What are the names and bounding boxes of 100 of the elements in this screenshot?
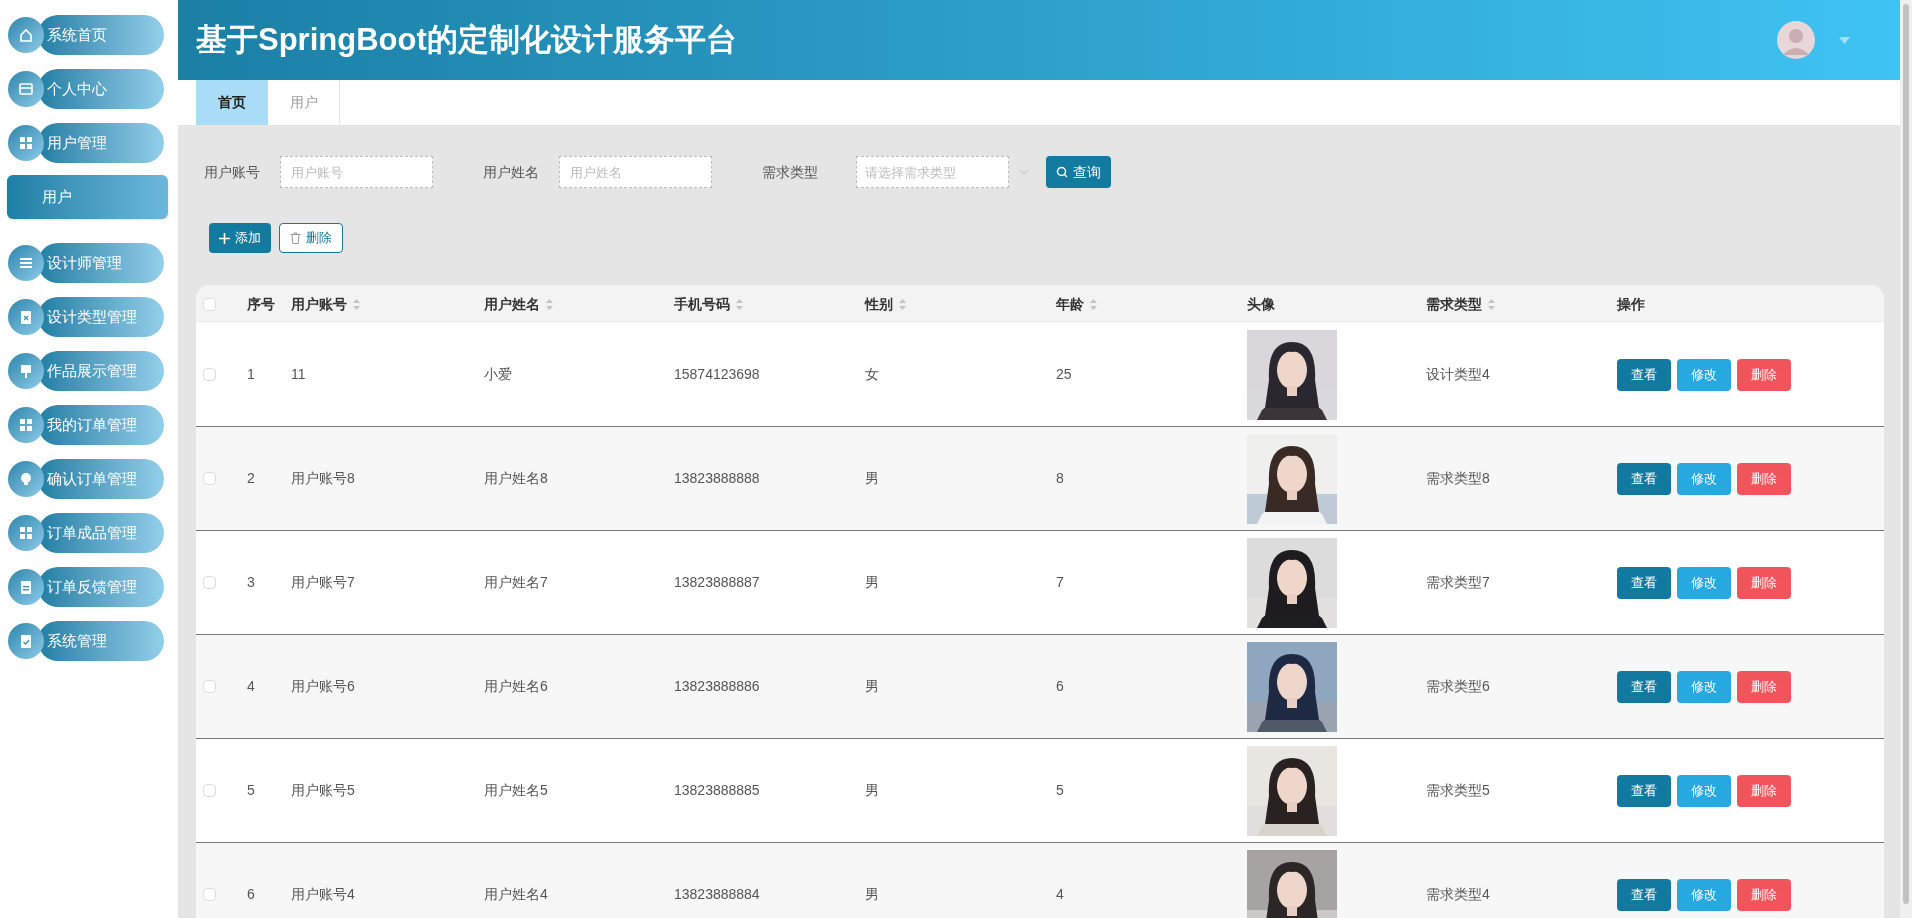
table-cell: 用户账号5 [291, 782, 355, 798]
card-icon [17, 80, 35, 98]
delete-button[interactable]: 删除 [1737, 774, 1791, 807]
column-header[interactable]: 用户姓名 [484, 293, 553, 315]
edit-button[interactable]: 修改 [1677, 878, 1731, 911]
table-cell: 用户账号7 [291, 574, 355, 590]
sort-icon[interactable] [1488, 298, 1495, 310]
table-cell: 6 [247, 886, 255, 902]
view-button[interactable]: 查看 [1617, 566, 1671, 599]
search-icon [1056, 166, 1068, 178]
view-button[interactable]: 查看 [1617, 462, 1671, 495]
edit-button[interactable]: 修改 [1677, 566, 1731, 599]
table-cell: 1 [247, 366, 255, 382]
checkbox[interactable] [203, 297, 216, 311]
sort-icon[interactable] [353, 298, 360, 310]
search-button[interactable]: 查询 [1046, 156, 1111, 188]
caret-icon[interactable] [1839, 36, 1850, 44]
table-cell: 25 [1056, 366, 1072, 382]
table-cell: 15874123698 [674, 366, 760, 382]
view-button[interactable]: 查看 [1617, 878, 1671, 911]
field-label: 用户姓名 [482, 162, 540, 182]
chevron-down-icon[interactable] [1019, 169, 1029, 175]
field-label: 需求类型 [761, 162, 819, 182]
grid-icon [17, 524, 35, 542]
table-cell: 5 [1056, 782, 1064, 798]
grid-icon [17, 134, 35, 152]
tab[interactable]: 首页 [196, 80, 268, 125]
table-cell: 8 [1056, 470, 1064, 486]
view-button[interactable]: 查看 [1617, 358, 1671, 391]
table-cell: 4 [247, 678, 255, 694]
table-cell: 设计类型4 [1426, 366, 1490, 382]
table-cell: 需求类型4 [1426, 886, 1490, 902]
edit-button[interactable]: 修改 [1677, 462, 1731, 495]
table-cell: 需求类型8 [1426, 470, 1490, 486]
home-icon [17, 26, 35, 44]
checkbox[interactable] [203, 888, 216, 901]
table-cell: 需求类型7 [1426, 574, 1490, 590]
add-button[interactable]: 添加 [209, 223, 271, 253]
plus-icon [219, 232, 230, 244]
table-cell: 13823888884 [674, 886, 760, 902]
delete-button[interactable]: 删除 [1737, 566, 1791, 599]
input-field[interactable]: 用户姓名 [559, 156, 712, 188]
input-field[interactable]: 用户账号 [280, 156, 433, 188]
table-cell: 13823888888 [674, 470, 760, 486]
table-cell: 小爱 [484, 366, 512, 382]
table-cell: 3 [247, 574, 255, 590]
table-cell: 男 [865, 782, 879, 798]
sort-icon[interactable] [546, 298, 553, 310]
table-cell: 13823888886 [674, 678, 760, 694]
avatar-icon[interactable] [1777, 21, 1815, 59]
sidebar-subitem[interactable]: 用户 [7, 175, 168, 219]
view-button[interactable]: 查看 [1617, 774, 1671, 807]
table-cell: 7 [1056, 574, 1064, 590]
grid-icon [17, 416, 35, 434]
edit-button[interactable]: 修改 [1677, 774, 1731, 807]
table-cell: 用户姓名4 [484, 886, 548, 902]
app-title: 基于SpringBoot的定制化设计服务平台 [196, 20, 738, 59]
delete-button[interactable]: 删除 [279, 223, 343, 253]
delete-button[interactable]: 删除 [1737, 878, 1791, 911]
field-label: 用户账号 [203, 162, 261, 182]
sort-icon[interactable] [736, 298, 743, 310]
column-header: 序号 [247, 294, 275, 314]
table-cell: 用户姓名7 [484, 574, 548, 590]
checkbox[interactable] [203, 784, 216, 797]
checkbox[interactable] [203, 368, 216, 381]
column-header[interactable]: 手机号码 [674, 293, 743, 315]
dropdown-field[interactable]: 请选择需求类型 [856, 156, 1009, 188]
table-cell: 11 [291, 366, 306, 382]
checkbox[interactable] [203, 472, 216, 485]
table-cell: 用户账号6 [291, 678, 355, 694]
column-header: 头像 [1247, 294, 1275, 314]
column-header[interactable]: 年龄 [1056, 293, 1097, 315]
table-cell: 6 [1056, 678, 1064, 694]
column-header[interactable]: 需求类型 [1426, 293, 1495, 315]
table-cell: 用户账号8 [291, 470, 355, 486]
column-header[interactable]: 用户账号 [291, 293, 360, 315]
view-button[interactable]: 查看 [1617, 670, 1671, 703]
table-cell: 需求类型5 [1426, 782, 1490, 798]
delete-button[interactable]: 删除 [1737, 358, 1791, 391]
delete-button[interactable]: 删除 [1737, 462, 1791, 495]
sort-icon[interactable] [1090, 298, 1097, 310]
table-cell: 用户姓名8 [484, 470, 548, 486]
column-header: 操作 [1617, 294, 1645, 314]
table-cell: 男 [865, 574, 879, 590]
column-header[interactable]: 性别 [865, 293, 906, 315]
table-cell: 13823888885 [674, 782, 760, 798]
edit-button[interactable]: 修改 [1677, 670, 1731, 703]
edit-button[interactable]: 修改 [1677, 358, 1731, 391]
table-cell: 13823888887 [674, 574, 760, 590]
checkbox[interactable] [203, 576, 216, 589]
checkbox[interactable] [203, 680, 216, 693]
delete-button[interactable]: 删除 [1737, 670, 1791, 703]
table-cell: 2 [247, 470, 255, 486]
table-cell: 需求类型6 [1426, 678, 1490, 694]
table-cell: 用户账号4 [291, 886, 355, 902]
table-cell: 男 [865, 678, 879, 694]
table-cell: 男 [865, 886, 879, 902]
table-cell: 5 [247, 782, 255, 798]
sort-icon[interactable] [899, 298, 906, 310]
scrollbar[interactable] [1900, 0, 1912, 918]
